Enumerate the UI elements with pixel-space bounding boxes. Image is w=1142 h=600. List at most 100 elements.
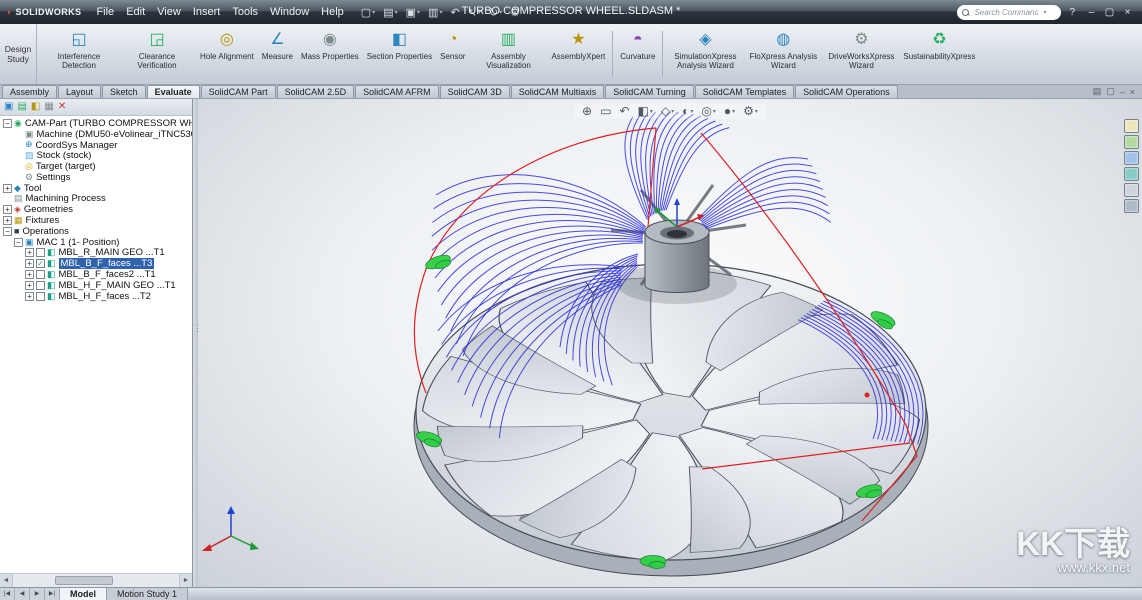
ribbon-button-hole-alignment[interactable]: ◎Hole Alignment [196, 26, 258, 82]
display-style-icon[interactable]: ◐▾ [682, 104, 693, 118]
tab-solidcam-turning[interactable]: SolidCAM Turning [605, 85, 694, 98]
operation-checkbox[interactable]: ✓ [36, 259, 45, 268]
menu-item-help[interactable]: Help [315, 5, 350, 19]
tab-solidcam-3d[interactable]: SolidCAM 3D [440, 85, 510, 98]
menu-item-insert[interactable]: Insert [187, 5, 227, 19]
operation-checkbox[interactable] [36, 281, 45, 290]
tree-item-machining-process[interactable]: ▤Machining Process [0, 194, 192, 205]
side-toolbar-icon-6[interactable] [1124, 199, 1139, 213]
ribbon-button-floxpress-analysis-wizard[interactable]: ◍FloXpress Analysis Wizard [744, 26, 822, 82]
graphics-viewport[interactable]: ⊕▭↶◧▾◇▾◐▾◎▾●▾⚙▾ KK下载 www.kkx.net [198, 99, 1142, 587]
tree-horizontal-scrollbar[interactable]: ◄ ► [0, 573, 192, 587]
tab-solidcam-part[interactable]: SolidCAM Part [201, 85, 276, 98]
side-toolbar-icon-2[interactable] [1124, 135, 1139, 149]
tab-scroll-button-3[interactable]: ▶ [30, 588, 45, 600]
close-button[interactable]: × [1119, 7, 1136, 18]
search-input[interactable] [972, 7, 1040, 18]
ribbon-button-assembly-visualization[interactable]: ▥Assembly Visualization [469, 26, 547, 82]
ribbon-button-interference-detection[interactable]: ◱Interference Detection [40, 26, 118, 82]
view-settings-icon[interactable]: ⚙▾ [743, 104, 758, 118]
search-box[interactable]: ▾ [957, 5, 1061, 20]
tab-sketch[interactable]: Sketch [102, 85, 146, 98]
tab-layout[interactable]: Layout [58, 85, 101, 98]
menu-item-window[interactable]: Window [264, 5, 315, 19]
new-document-icon[interactable]: ▢▾ [358, 6, 378, 19]
tree-item-mbl-h-f-faces-t2[interactable]: +◧MBL_H_F_faces ...T2 [0, 291, 192, 302]
tree-item-mbl-b-f-faces2-t1[interactable]: +◧MBL_B_F_faces2 ...T1 [0, 269, 192, 280]
tree-item-operations[interactable]: −■Operations [0, 226, 192, 237]
help-button[interactable]: ? [1067, 7, 1077, 18]
feature-tree-icon[interactable]: ▤ [17, 102, 26, 112]
minimize-window-icon[interactable]: – [1120, 87, 1125, 97]
tab-solidcam-2-5d[interactable]: SolidCAM 2.5D [277, 85, 355, 98]
expand-icon[interactable]: + [3, 205, 12, 214]
tree-item-geometries[interactable]: +◈Geometries [0, 204, 192, 215]
tab-scroll-button-2[interactable]: ◀ [15, 588, 30, 600]
tab-solidcam-operations[interactable]: SolidCAM Operations [795, 85, 898, 98]
previous-view-icon[interactable]: ↶ [619, 104, 629, 118]
side-toolbar-icon-1[interactable] [1124, 119, 1139, 133]
tree-item-mbl-r-main-geo-t1[interactable]: +◧MBL_R_MAIN GEO ...T1 [0, 248, 192, 259]
edit-appearance-icon[interactable]: ●▾ [724, 104, 735, 118]
ribbon-button-sustainabilityxpress[interactable]: ♻SustainabilityXpress [900, 26, 978, 82]
ribbon-button-measure[interactable]: ∠Measure [258, 26, 297, 82]
collapse-icon[interactable]: − [3, 119, 12, 128]
tab-solidcam-afrm[interactable]: SolidCAM AFRM [355, 85, 439, 98]
side-toolbar-icon-5[interactable] [1124, 183, 1139, 197]
tab-scroll-button-1[interactable]: |◀ [0, 588, 15, 600]
tree-item-fixtures[interactable]: +▦Fixtures [0, 215, 192, 226]
collapse-icon[interactable]: − [3, 227, 12, 236]
close-document-icon[interactable]: × [1130, 87, 1135, 97]
collapse-icon[interactable]: − [14, 238, 23, 247]
search-caret-icon[interactable]: ▾ [1043, 9, 1046, 16]
view-orientation-icon[interactable]: ◇▾ [661, 104, 674, 118]
tree-item-mbl-h-f-main-geo-t1[interactable]: +◧MBL_H_F_MAIN GEO ...T1 [0, 280, 192, 291]
operation-checkbox[interactable] [36, 292, 45, 301]
restore-window-icon[interactable]: ▢ [1106, 86, 1115, 97]
tree-item-tool[interactable]: +◆Tool [0, 183, 192, 194]
maximize-button[interactable]: ▢ [1101, 7, 1118, 18]
expand-icon[interactable]: + [25, 259, 34, 268]
operation-checkbox[interactable] [36, 248, 45, 257]
tile-windows-icon[interactable]: ▤ [1093, 86, 1102, 97]
design-study-button[interactable]: Design Study [0, 24, 37, 84]
tree-item-stock-stock[interactable]: ▧Stock (stock) [0, 150, 192, 161]
tree-item-machine-dmu50-evolinear-itnc530-5x-si[interactable]: ▣Machine (DMU50-eVolinear_iTNC530_5X-Si [0, 129, 192, 140]
menu-item-file[interactable]: File [90, 5, 120, 19]
ribbon-button-mass-properties[interactable]: ◉Mass Properties [297, 26, 363, 82]
ribbon-button-driveworksxpress-wizard[interactable]: ⚙DriveWorksXpress Wizard [822, 26, 900, 82]
configurations-icon[interactable]: ◧ [31, 102, 40, 112]
tree-item-cam-part-turbo-compressor-wheel[interactable]: −◉CAM-Part (TURBO COMPRESSOR WHEEL) [0, 118, 192, 129]
operation-checkbox[interactable] [36, 270, 45, 279]
tab-assembly[interactable]: Assembly [2, 85, 57, 98]
zoom-fit-icon[interactable]: ⊕ [582, 104, 592, 118]
ribbon-button-sensor[interactable]: ◔Sensor [436, 26, 469, 82]
tab-solidcam-multiaxis[interactable]: SolidCAM Multiaxis [511, 85, 605, 98]
tree-item-coordsys-manager[interactable]: ⊕CoordSys Manager [0, 140, 192, 151]
impeller-3d-render[interactable] [198, 99, 1142, 587]
menu-item-edit[interactable]: Edit [120, 5, 151, 19]
status-tab-model[interactable]: Model [60, 588, 107, 600]
tree-item-mbl-b-f-faces-t3[interactable]: +✓◧MBL_B_F_faces ...T3 [0, 258, 192, 269]
side-toolbar-icon-4[interactable] [1124, 167, 1139, 181]
scroll-right-icon[interactable]: ► [179, 574, 192, 587]
expand-icon[interactable]: + [25, 292, 34, 301]
properties-icon[interactable]: ▦ [44, 102, 53, 112]
tab-scroll-button-4[interactable]: ▶| [45, 588, 60, 600]
expand-icon[interactable]: + [25, 270, 34, 279]
undo-icon[interactable]: ↶ [447, 6, 462, 19]
ribbon-button-section-properties[interactable]: ◧Section Properties [363, 26, 436, 82]
tree-item-target-target[interactable]: ◎Target (target) [0, 161, 192, 172]
tab-solidcam-templates[interactable]: SolidCAM Templates [695, 85, 794, 98]
menu-item-view[interactable]: View [151, 5, 187, 19]
solidcam-manager-icon[interactable]: ▣ [4, 102, 13, 112]
minimize-button[interactable]: – [1083, 7, 1100, 18]
tab-evaluate[interactable]: Evaluate [147, 85, 200, 98]
tree-item-mac-1-1-position[interactable]: −▣MAC 1 (1- Position) [0, 237, 192, 248]
scrollbar-track[interactable] [13, 574, 179, 587]
side-toolbar-icon-3[interactable] [1124, 151, 1139, 165]
close-panel-icon[interactable]: ✕ [58, 102, 66, 112]
zoom-area-icon[interactable]: ▭ [600, 104, 611, 118]
expand-icon[interactable]: + [25, 248, 34, 257]
save-icon[interactable]: ▣▾ [403, 6, 423, 19]
